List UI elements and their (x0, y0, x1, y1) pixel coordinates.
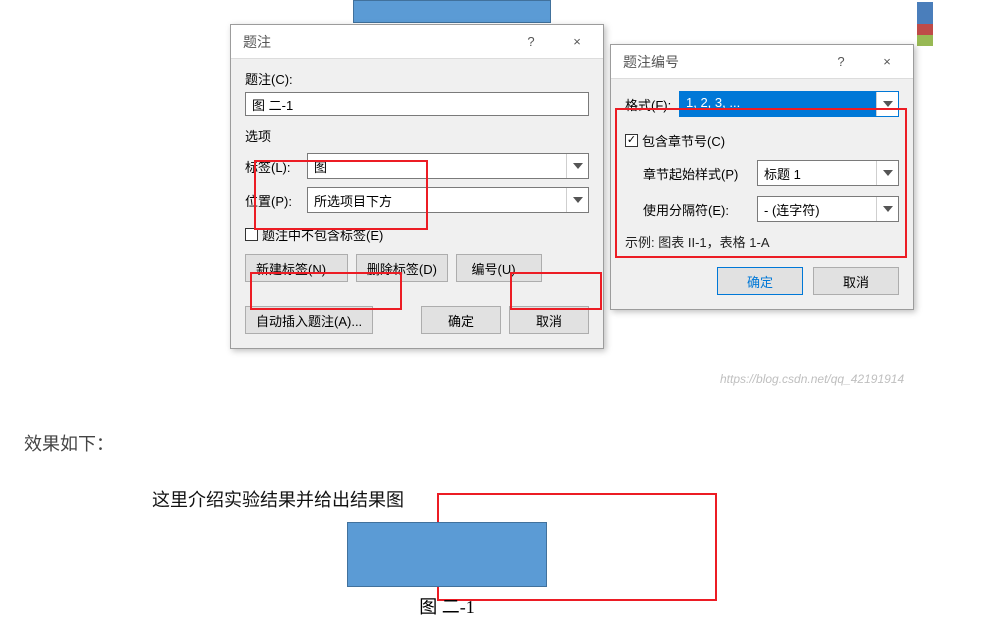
chapter-style-combo[interactable]: 标题 1 (757, 160, 899, 186)
chevron-down-icon (876, 92, 898, 116)
delete-label-button[interactable]: 删除标签(D) (356, 254, 448, 282)
help-button[interactable]: ? (513, 28, 549, 56)
separator-combo[interactable]: - (连字符) (757, 196, 899, 222)
chapter-style-value: 标题 1 (758, 161, 876, 185)
caption-label: 题注(C): (245, 69, 589, 88)
include-chapter-checkbox[interactable]: ✓ 包含章节号(C) (625, 131, 725, 150)
chevron-down-icon (566, 154, 588, 178)
row-separator: 使用分隔符(E): - (连字符) (643, 196, 899, 222)
result-description: 这里介绍实验结果并给出结果图 (152, 486, 960, 512)
position-lbl: 位置(P): (245, 191, 301, 210)
chevron-down-icon (876, 161, 898, 185)
separator-value: - (连字符) (758, 197, 876, 221)
watermark: https://blog.csdn.net/qq_42191914 (720, 372, 904, 386)
figure-placeholder (347, 522, 547, 587)
decorative-blue-bar (353, 0, 551, 23)
help-button[interactable]: ? (823, 48, 859, 76)
new-label-button[interactable]: 新建标签(N)... (245, 254, 348, 282)
checkbox-icon (245, 228, 258, 241)
effect-label: 效果如下： (24, 430, 960, 456)
figure-wrap: 图 二-1 (152, 518, 742, 619)
dialog-caption-numbering: 题注编号 ? × 格式(F): 1, 2, 3, ... ✓ 包含章节号(C) … (610, 44, 914, 310)
auto-insert-button[interactable]: 自动插入题注(A)... (245, 306, 373, 334)
row-chapter-style: 章节起始样式(P) 标题 1 (643, 160, 899, 186)
format-combo[interactable]: 1, 2, 3, ... (679, 91, 899, 117)
row-position: 位置(P): 所选项目下方 (245, 187, 589, 213)
include-chapter-text: 包含章节号(C) (642, 131, 725, 150)
color-strip (917, 2, 933, 46)
figure-caption: 图 二-1 (419, 593, 475, 619)
format-lbl: 格式(F): (625, 95, 673, 114)
chevron-down-icon (876, 197, 898, 221)
format-value: 1, 2, 3, ... (680, 92, 876, 116)
position-value: 所选项目下方 (308, 188, 566, 212)
titlebar[interactable]: 题注编号 ? × (611, 45, 913, 79)
caption-input[interactable] (245, 92, 589, 116)
label-combo[interactable]: 图 (307, 153, 589, 179)
checkbox-icon: ✓ (625, 134, 638, 147)
exclude-label-text: 题注中不包含标签(E) (262, 225, 383, 244)
chapter-style-lbl: 章节起始样式(P) (643, 164, 751, 183)
label-value: 图 (308, 154, 566, 178)
example-row: 示例: 图表 II-1，表格 1-A (625, 232, 899, 251)
dialog-title: 题注 (243, 32, 503, 52)
label-lbl: 标签(L): (245, 157, 301, 176)
result-section: 效果如下： 这里介绍实验结果并给出结果图 图 二-1 (24, 430, 960, 619)
dialog-caption: 题注 ? × 题注(C): 选项 标签(L): 图 位置(P): 所选项目下方 (230, 24, 604, 349)
close-button[interactable]: × (869, 48, 905, 76)
titlebar[interactable]: 题注 ? × (231, 25, 603, 59)
dialog-title: 题注编号 (623, 52, 813, 72)
options-label: 选项 (245, 126, 589, 145)
close-button[interactable]: × (559, 28, 595, 56)
example-value: 图表 II-1，表格 1-A (658, 235, 769, 250)
example-lbl: 示例: (625, 235, 655, 250)
exclude-label-checkbox[interactable]: 题注中不包含标签(E) (245, 225, 383, 244)
chevron-down-icon (566, 188, 588, 212)
numbering-button[interactable]: 编号(U)... (456, 254, 542, 282)
row-format: 格式(F): 1, 2, 3, ... (625, 91, 899, 117)
ok-button[interactable]: 确定 (717, 267, 803, 295)
cancel-button[interactable]: 取消 (509, 306, 589, 334)
separator-lbl: 使用分隔符(E): (643, 200, 751, 219)
ok-button[interactable]: 确定 (421, 306, 501, 334)
cancel-button[interactable]: 取消 (813, 267, 899, 295)
position-combo[interactable]: 所选项目下方 (307, 187, 589, 213)
row-label: 标签(L): 图 (245, 153, 589, 179)
